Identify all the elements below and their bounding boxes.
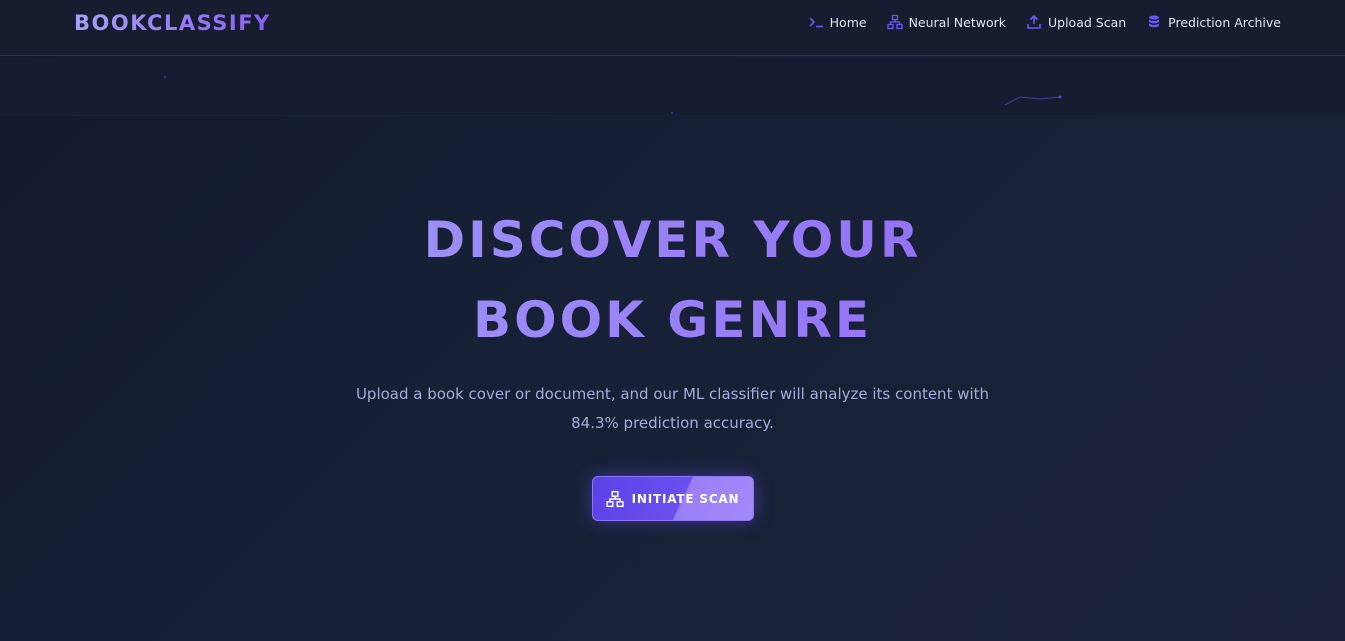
nav-item-label: Upload Scan	[1047, 14, 1127, 30]
upload-icon	[1026, 14, 1042, 30]
nav-item-label: Prediction Archive	[1168, 14, 1281, 30]
hero-subtitle-line1: Upload a book cover or document, and our…	[355, 385, 990, 403]
brand-logo[interactable]: BOOKCLASSIFY	[74, 11, 271, 35]
database-icon	[1146, 14, 1162, 30]
hero-section: DISCOVER YOUR BOOK GENRE Upload a book c…	[0, 200, 1345, 521]
nav-item-prediction-archive[interactable]: Prediction Archive	[1146, 14, 1281, 30]
nav-item-upload-scan[interactable]: Upload Scan	[1026, 14, 1126, 30]
nav-item-label: Neural Network	[908, 14, 1006, 30]
hero-subtitle-line2: 84.3% prediction accuracy.	[571, 414, 774, 432]
network-icon	[886, 14, 903, 30]
main-nav: Home Neural Network Upload Scan Predicti…	[808, 14, 1281, 30]
terminal-icon	[808, 14, 824, 30]
top-navbar: BOOKCLASSIFY Home Neural Network Upload …	[0, 0, 1345, 56]
nav-item-neural-network[interactable]: Neural Network	[886, 14, 1006, 30]
nav-item-home[interactable]: Home	[808, 14, 867, 30]
hero-title-line2: BOOK GENRE	[473, 291, 872, 349]
nav-item-label: Home	[829, 14, 867, 30]
network-background-band	[0, 57, 1345, 116]
hero-subtitle: Upload a book cover or document, and our…	[353, 380, 993, 438]
network-icon	[606, 490, 624, 508]
page: BOOKCLASSIFY Home Neural Network Upload …	[0, 0, 1345, 641]
initiate-scan-label: INITIATE SCAN	[631, 491, 740, 506]
hero-title-line1: DISCOVER YOUR	[423, 211, 922, 269]
hero-title: DISCOVER YOUR BOOK GENRE	[0, 200, 1345, 360]
initiate-scan-button[interactable]: INITIATE SCAN	[591, 476, 754, 521]
